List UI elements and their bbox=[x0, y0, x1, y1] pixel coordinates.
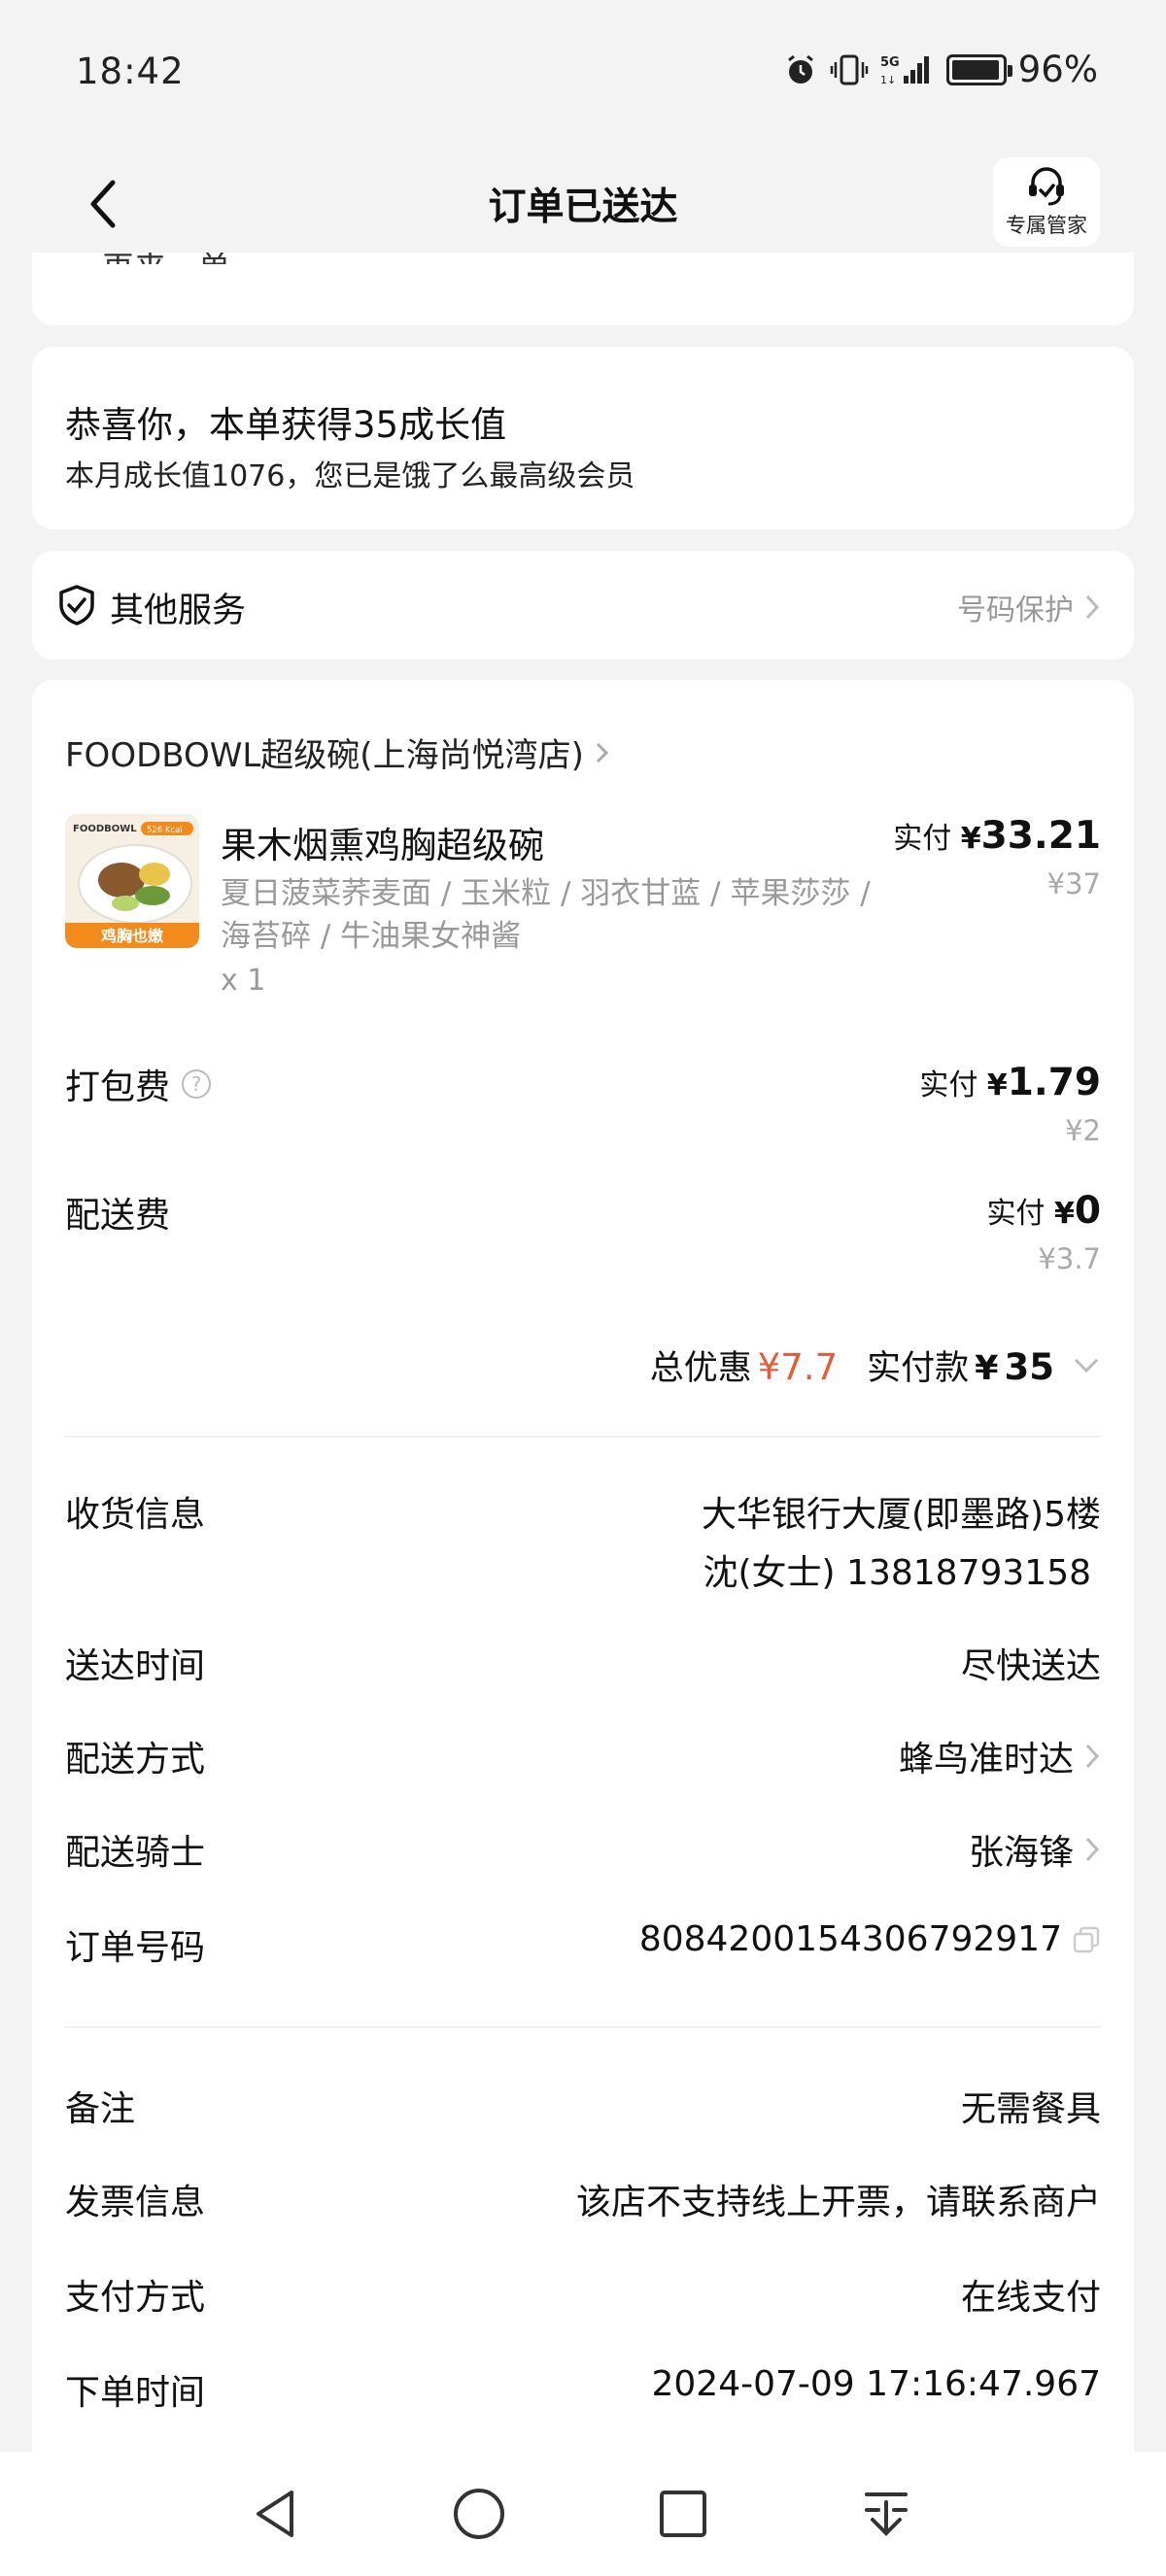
info-label-payment: 支付方式 bbox=[65, 2278, 206, 2318]
svg-text:1↓: 1↓ bbox=[880, 74, 896, 86]
signal-5g-icon: 5G 1↓ bbox=[880, 55, 929, 86]
delivery-method-link[interactable]: 蜂鸟准时达 bbox=[899, 1731, 1101, 1781]
info-label-invoice: 发票信息 bbox=[65, 2183, 206, 2222]
divider bbox=[65, 1436, 1101, 1438]
copy-icon[interactable] bbox=[1072, 1925, 1101, 1954]
store-name-link[interactable]: FOODBOWL超级碗(上海尚悦湾店) bbox=[65, 729, 611, 776]
order-time-value: 2024-07-09 17:16:47.967 bbox=[651, 2364, 1102, 2404]
growth-card: 恭喜你，本单获得35成长值 本月成长值1076，您已是饿了么最高级会员 bbox=[32, 347, 1134, 529]
food-name: 果木烟熏鸡胸超级碗 bbox=[221, 825, 544, 866]
reorder-card[interactable]: 再来一单 bbox=[32, 253, 1134, 325]
packing-fee-price: 实付 ¥1.79 ¥2 bbox=[919, 1061, 1101, 1147]
page-title: 订单已送达 bbox=[488, 186, 678, 229]
chevron-right-icon bbox=[1085, 594, 1100, 620]
reorder-button[interactable]: 再来一单 bbox=[102, 253, 230, 264]
info-label-delivery-time: 送达时间 bbox=[65, 1646, 206, 1686]
rider-link[interactable]: 张海锋 bbox=[969, 1824, 1101, 1875]
packing-fee-label: 打包费 ? bbox=[65, 1059, 212, 1109]
info-label-order-time: 下单时间 bbox=[65, 2373, 206, 2413]
recents-square-icon[interactable] bbox=[654, 2485, 712, 2543]
svg-text:5G: 5G bbox=[880, 55, 900, 70]
notification-pull-icon[interactable] bbox=[857, 2485, 915, 2543]
info-label-order-number: 订单号码 bbox=[65, 1928, 206, 1968]
info-label-delivery-method: 配送方式 bbox=[65, 1740, 206, 1779]
growth-subtitle: 本月成长值1076，您已是饿了么最高级会员 bbox=[65, 459, 635, 493]
shield-check-icon bbox=[59, 585, 94, 626]
info-label-address: 收货信息 bbox=[65, 1495, 206, 1535]
thumb-kcal: 526 Kcal bbox=[147, 826, 183, 835]
thumb-brand: FOODBOWL bbox=[73, 824, 137, 834]
thumb-tag: 鸡胸也嫩 bbox=[100, 927, 164, 945]
system-nav-bar bbox=[0, 2452, 1166, 2576]
butler-label: 专属管家 bbox=[1006, 214, 1087, 237]
home-circle-icon[interactable] bbox=[450, 2485, 508, 2543]
store-name: FOODBOWL超级碗(上海尚悦湾店) bbox=[65, 736, 584, 775]
status-bar: 18:42 5G 1↓ 96% bbox=[0, 0, 1166, 146]
food-paid-price: 实付 ¥33.21 bbox=[893, 814, 1101, 858]
order-number-value: 8084200154306792917 bbox=[638, 1919, 1062, 1959]
chevron-right-icon bbox=[1085, 1837, 1100, 1862]
growth-title: 恭喜你，本单获得35成长值 bbox=[65, 404, 507, 446]
service-title: 其他服务 bbox=[110, 592, 247, 630]
price-summary[interactable]: 总优惠 ¥7.7 实付款 ¥ 35 bbox=[650, 1340, 1101, 1390]
payment-value: 在线支付 bbox=[960, 2278, 1101, 2318]
invoice-value: 该店不支持线上开票，请联系商户 bbox=[575, 2183, 1101, 2222]
order-card: FOODBOWL超级碗(上海尚悦湾店) FOODBOWL 526 Kcal 鸡胸… bbox=[32, 680, 1134, 2525]
packing-paid-price: 实付 ¥1.79 bbox=[919, 1061, 1101, 1104]
discount-value: ¥7.7 bbox=[757, 1346, 839, 1388]
info-label-remark: 备注 bbox=[65, 2089, 136, 2129]
delivery-fee-label: 配送费 bbox=[65, 1196, 171, 1236]
butler-button[interactable]: 专属管家 bbox=[993, 157, 1100, 247]
delivery-original-price: ¥3.7 bbox=[1038, 1242, 1101, 1275]
food-description: 夏日菠菜荞麦面 / 玉米粒 / 羽衣甘蓝 / 苹果莎莎 / 海苔碎 / 牛油果女… bbox=[221, 876, 871, 954]
food-thumbnail[interactable]: FOODBOWL 526 Kcal 鸡胸也嫩 bbox=[65, 814, 199, 948]
status-icons: 5G 1↓ 96% bbox=[783, 49, 1098, 90]
food-image: FOODBOWL 526 Kcal 鸡胸也嫩 bbox=[65, 814, 199, 948]
service-link-label: 号码保护 bbox=[957, 593, 1074, 627]
help-icon[interactable]: ? bbox=[182, 1069, 212, 1099]
food-quantity: x 1 bbox=[221, 964, 266, 998]
paid-yen: ¥ bbox=[975, 1349, 999, 1388]
number-protection-link[interactable]: 号码保护 bbox=[957, 586, 1101, 628]
delivery-fee-price: 实付 ¥0 ¥3.7 bbox=[986, 1189, 1101, 1275]
chevron-right-icon bbox=[1085, 1744, 1100, 1769]
delivery-time-value: 尽快送达 bbox=[960, 1646, 1101, 1686]
rider-value: 张海锋 bbox=[968, 1833, 1074, 1873]
info-label-rider: 配送骑士 bbox=[65, 1833, 206, 1873]
chevron-down-icon[interactable] bbox=[1072, 1356, 1101, 1375]
contact-value: 沈(女士) 13818793158 bbox=[703, 1553, 1091, 1593]
status-time: 18:42 bbox=[76, 51, 185, 92]
alarm-icon bbox=[787, 54, 813, 84]
food-price: 实付 ¥33.21 ¥37 bbox=[893, 814, 1101, 900]
divider bbox=[65, 2026, 1101, 2028]
paid-value: 35 bbox=[1004, 1346, 1055, 1388]
headset-icon bbox=[1029, 167, 1064, 206]
packing-original-price: ¥2 bbox=[1065, 1114, 1101, 1147]
discount-label: 总优惠 bbox=[649, 1349, 752, 1388]
delivery-method-value: 蜂鸟准时达 bbox=[898, 1740, 1074, 1779]
paid-label: 实付款 bbox=[867, 1349, 970, 1388]
back-triangle-icon[interactable] bbox=[247, 2485, 305, 2543]
battery-percent: 96% bbox=[1017, 49, 1098, 90]
battery-fill bbox=[951, 59, 999, 80]
address-value: 大华银行大厦(即墨路)5楼 bbox=[702, 1495, 1101, 1535]
vibrate-icon bbox=[830, 54, 868, 85]
service-card[interactable]: 其他服务 号码保护 bbox=[32, 551, 1134, 660]
delivery-paid-price: 实付 ¥0 bbox=[986, 1189, 1101, 1233]
remark-value: 无需餐具 bbox=[960, 2089, 1101, 2129]
order-number-row: 8084200154306792917 bbox=[639, 1919, 1101, 1959]
food-original-price: ¥37 bbox=[1046, 867, 1101, 900]
battery-icon bbox=[945, 53, 1012, 85]
chevron-right-icon bbox=[596, 742, 608, 763]
